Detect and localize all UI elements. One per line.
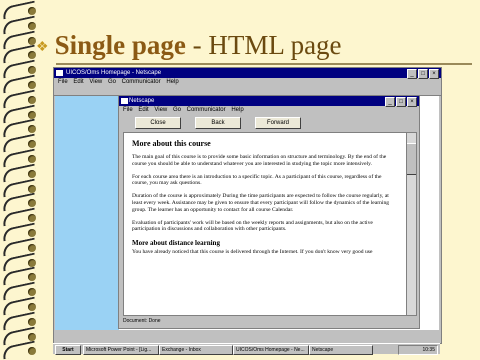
task-powerpoint[interactable]: Microsoft Power Point - [Lig... xyxy=(83,345,159,355)
ring-hole xyxy=(28,140,36,149)
netscape-icon xyxy=(121,98,128,104)
spiral-ring xyxy=(0,340,44,360)
menu-go[interactable]: Go xyxy=(108,79,116,85)
netscape-menu-view[interactable]: View xyxy=(154,107,167,113)
spiral-ring xyxy=(0,266,44,286)
document-paragraph: You have already noticed that this cours… xyxy=(132,249,373,256)
ring-hole xyxy=(28,184,36,193)
taskbar: Start Microsoft Power Point - [Lig... Ex… xyxy=(53,343,440,355)
bullet-icon: ❖ xyxy=(36,40,49,56)
ring-hole xyxy=(28,199,36,208)
ring-hole xyxy=(28,169,36,178)
ring-hole xyxy=(28,317,36,326)
ring-hole xyxy=(28,155,36,163)
ring-hole xyxy=(28,288,36,297)
document-content: More about this course The main goal of … xyxy=(124,133,406,268)
ring-hole xyxy=(28,303,36,311)
ring-hole xyxy=(28,110,36,119)
spiral-ring xyxy=(0,148,44,168)
spiral-ring xyxy=(0,74,44,94)
ring-hole xyxy=(28,347,36,356)
ring-hole xyxy=(28,95,36,104)
netscape-title-bar[interactable]: Netscape _ □ × xyxy=(119,96,419,107)
ring-hole xyxy=(28,273,36,282)
system-tray-clock: 10:35 xyxy=(398,345,438,355)
ring-hole xyxy=(28,81,36,89)
ring-hole xyxy=(28,214,36,223)
document-paragraph: The main goal of this course is to provi… xyxy=(132,154,387,167)
netscape-menu-communicator[interactable]: Communicator xyxy=(187,107,226,113)
task-homepage[interactable]: UICOS/Oms Homepage - Ne... xyxy=(233,345,309,355)
scrollbar-thumb[interactable] xyxy=(407,143,416,175)
ring-hole xyxy=(28,229,36,237)
document-frame: More about this course The main goal of … xyxy=(123,132,407,316)
back-button[interactable]: Back xyxy=(195,117,241,129)
netscape-menu-help[interactable]: Help xyxy=(231,107,243,113)
netscape-menu-edit[interactable]: Edit xyxy=(138,107,148,113)
slide-title: ❖ Single page - HTML page xyxy=(36,30,342,61)
spiral-ring xyxy=(0,133,44,153)
menu-help[interactable]: Help xyxy=(166,79,178,85)
title-divider xyxy=(56,63,472,65)
ring-hole xyxy=(28,66,36,75)
spiral-ring xyxy=(0,207,44,227)
left-frame xyxy=(55,96,119,330)
outer-title-bar[interactable]: UICOS/Oms Homepage - Netscape _ □ × xyxy=(54,68,441,79)
ring-hole xyxy=(28,243,36,252)
document-paragraph: Evaluation of participants' work will be… xyxy=(132,219,373,233)
spiral-ring xyxy=(0,59,44,79)
slide-title-rest: - HTML page xyxy=(185,30,342,60)
spiral-ring xyxy=(0,192,44,212)
outer-menu-bar: File Edit View Go Communicator Help xyxy=(54,78,441,87)
close-doc-button[interactable]: Close xyxy=(135,117,181,129)
app-icon xyxy=(56,70,63,76)
task-exchange[interactable]: Exchange - Inbox xyxy=(159,345,233,355)
menu-view[interactable]: View xyxy=(89,79,102,85)
spiral-ring xyxy=(0,0,44,20)
document-heading: More about this course xyxy=(132,139,211,148)
netscape-window-title: Netscape xyxy=(129,98,155,104)
spiral-ring xyxy=(0,222,44,242)
spiral-ring xyxy=(0,281,44,301)
netscape-toolbar: Close Back Forward xyxy=(123,117,413,129)
menu-file[interactable]: File xyxy=(58,79,68,85)
ring-hole xyxy=(28,332,36,341)
spiral-ring xyxy=(0,104,44,123)
spiral-ring xyxy=(0,311,44,331)
ring-hole xyxy=(28,21,36,30)
spiral-ring xyxy=(0,178,44,197)
vertical-scrollbar[interactable] xyxy=(406,132,417,316)
netscape-window: Netscape _ □ × File Edit View Go Communica… xyxy=(118,95,420,329)
document-paragraph: Duration of the course is approximately … xyxy=(132,193,390,213)
forward-button[interactable]: Forward xyxy=(255,117,301,129)
outer-window-title: UICOS/Oms Homepage - Netscape xyxy=(66,70,162,76)
netscape-menu-go[interactable]: Go xyxy=(173,107,181,113)
ring-hole xyxy=(28,51,36,60)
ring-hole xyxy=(28,125,36,134)
document-subheading: More about distance learning xyxy=(132,239,220,248)
ring-hole xyxy=(28,7,36,15)
ring-hole xyxy=(28,36,36,45)
document-paragraph: For each course area there is an introdu… xyxy=(132,173,382,187)
task-netscape[interactable]: Netscape xyxy=(309,345,373,355)
spiral-ring xyxy=(0,118,44,138)
spiral-ring xyxy=(0,252,44,271)
menu-edit[interactable]: Edit xyxy=(73,79,83,85)
spiral-ring xyxy=(0,163,44,183)
ring-hole xyxy=(28,258,36,267)
spiral-ring xyxy=(0,296,44,316)
menu-communicator[interactable]: Communicator xyxy=(122,79,161,85)
start-button[interactable]: Start xyxy=(55,345,81,355)
spiral-ring xyxy=(0,237,44,257)
spiral-ring xyxy=(0,89,44,109)
netscape-menu-file[interactable]: File xyxy=(123,107,133,113)
slide-title-bold: Single page xyxy=(54,30,186,60)
status-bar: Document: Done xyxy=(123,318,161,324)
spiral-ring xyxy=(0,326,44,345)
netscape-menu-bar: File Edit View Go Communicator Help xyxy=(119,106,419,115)
